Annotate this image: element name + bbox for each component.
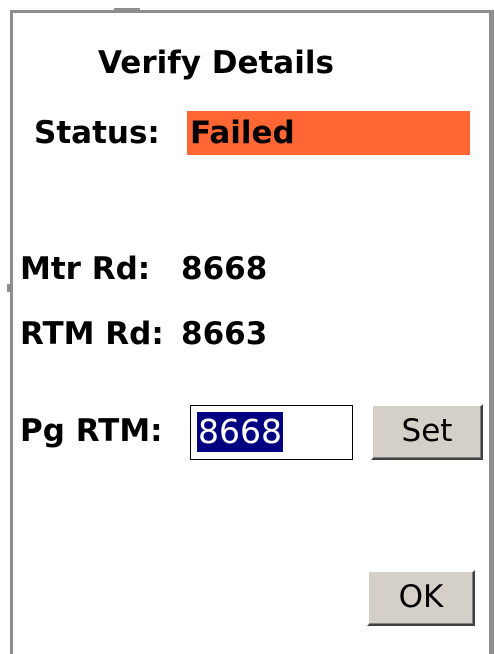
status-value: Failed [187, 111, 470, 155]
window-frame-left [10, 10, 13, 654]
status-value-text: Failed [190, 115, 295, 151]
window-frame-right [489, 10, 494, 654]
meter-read-label: Mtr Rd: [20, 251, 151, 287]
set-button[interactable]: Set [371, 404, 483, 460]
window-frame-tick [7, 284, 10, 292]
pg-rtm-input[interactable]: 8668 [190, 405, 353, 460]
meter-read-value: 8668 [181, 251, 268, 287]
pg-rtm-label: Pg RTM: [20, 413, 163, 449]
pg-rtm-input-value[interactable]: 8668 [197, 412, 283, 452]
window-frame-top [10, 10, 494, 13]
ok-button[interactable]: OK [367, 570, 475, 626]
rtm-read-value: 8663 [181, 316, 268, 352]
window-frame-notch [114, 8, 140, 11]
dialog-title: Verify Details [98, 45, 334, 81]
status-label: Status: [34, 115, 160, 151]
rtm-read-label: RTM Rd: [20, 316, 164, 352]
